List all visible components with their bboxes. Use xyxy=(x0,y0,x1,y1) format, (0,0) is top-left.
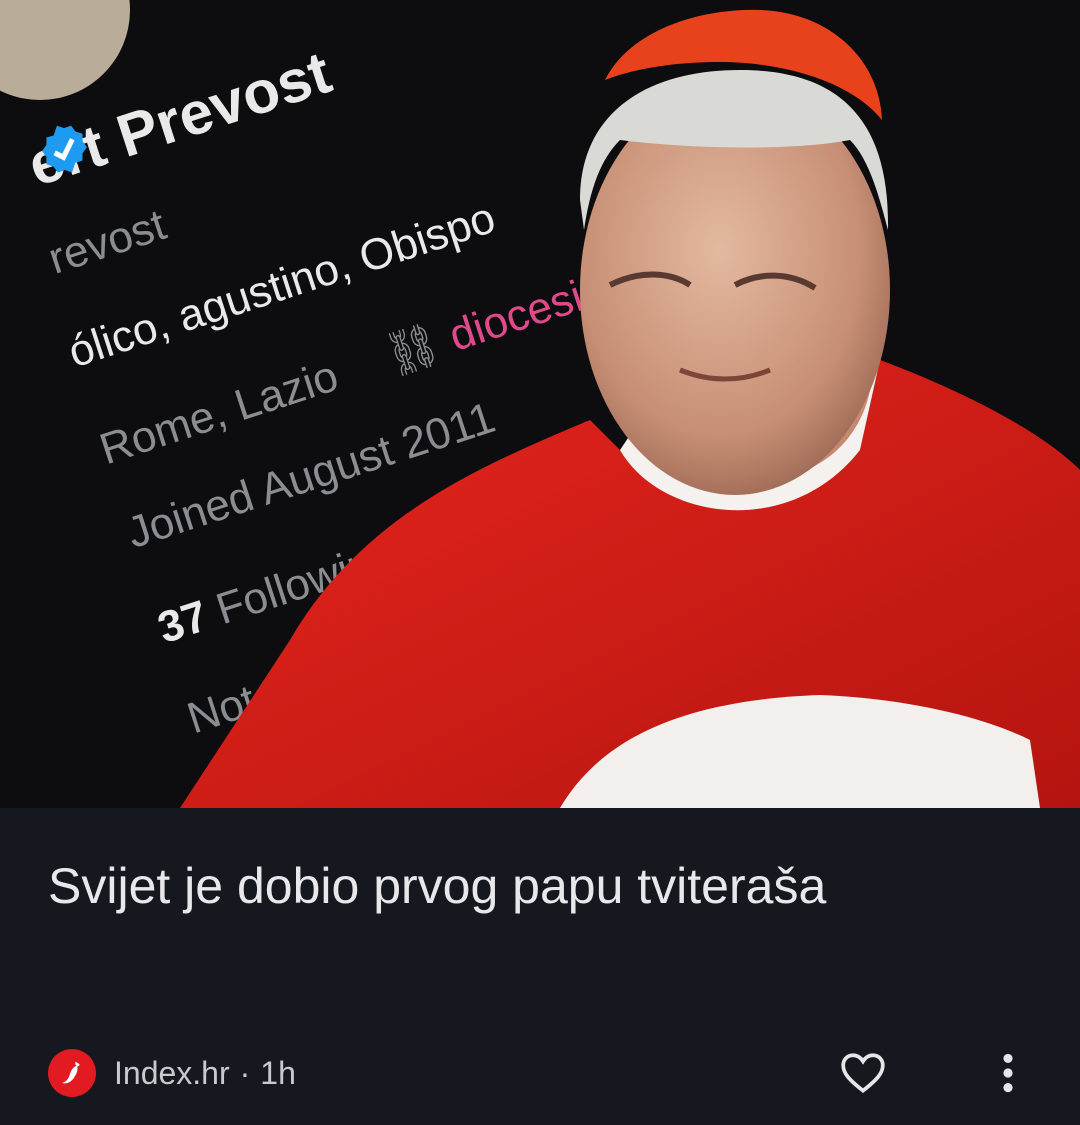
article-title[interactable]: Svijet je dobio prvog papu tviteraša xyxy=(48,848,948,924)
more-vertical-icon[interactable] xyxy=(990,1048,1026,1098)
source-name[interactable]: Index.hr xyxy=(114,1055,230,1092)
publish-time: 1h xyxy=(260,1054,296,1091)
index-hr-logo-icon xyxy=(48,1049,96,1097)
article-meta: Index.hr · 1h xyxy=(48,1048,296,1098)
cardinal-portrait xyxy=(0,0,1080,808)
profile-avatar-fragment xyxy=(0,0,130,100)
article-image[interactable]: ert Prevost revost ólico, agustino, Obis… xyxy=(0,0,1080,808)
news-card[interactable]: ert Prevost revost ólico, agustino, Obis… xyxy=(0,0,1080,1125)
card-footer: Svijet je dobio prvog papu tviteraša Ind… xyxy=(0,808,1080,1125)
meta-separator: · xyxy=(239,1054,251,1091)
heart-icon[interactable] xyxy=(836,1048,890,1098)
